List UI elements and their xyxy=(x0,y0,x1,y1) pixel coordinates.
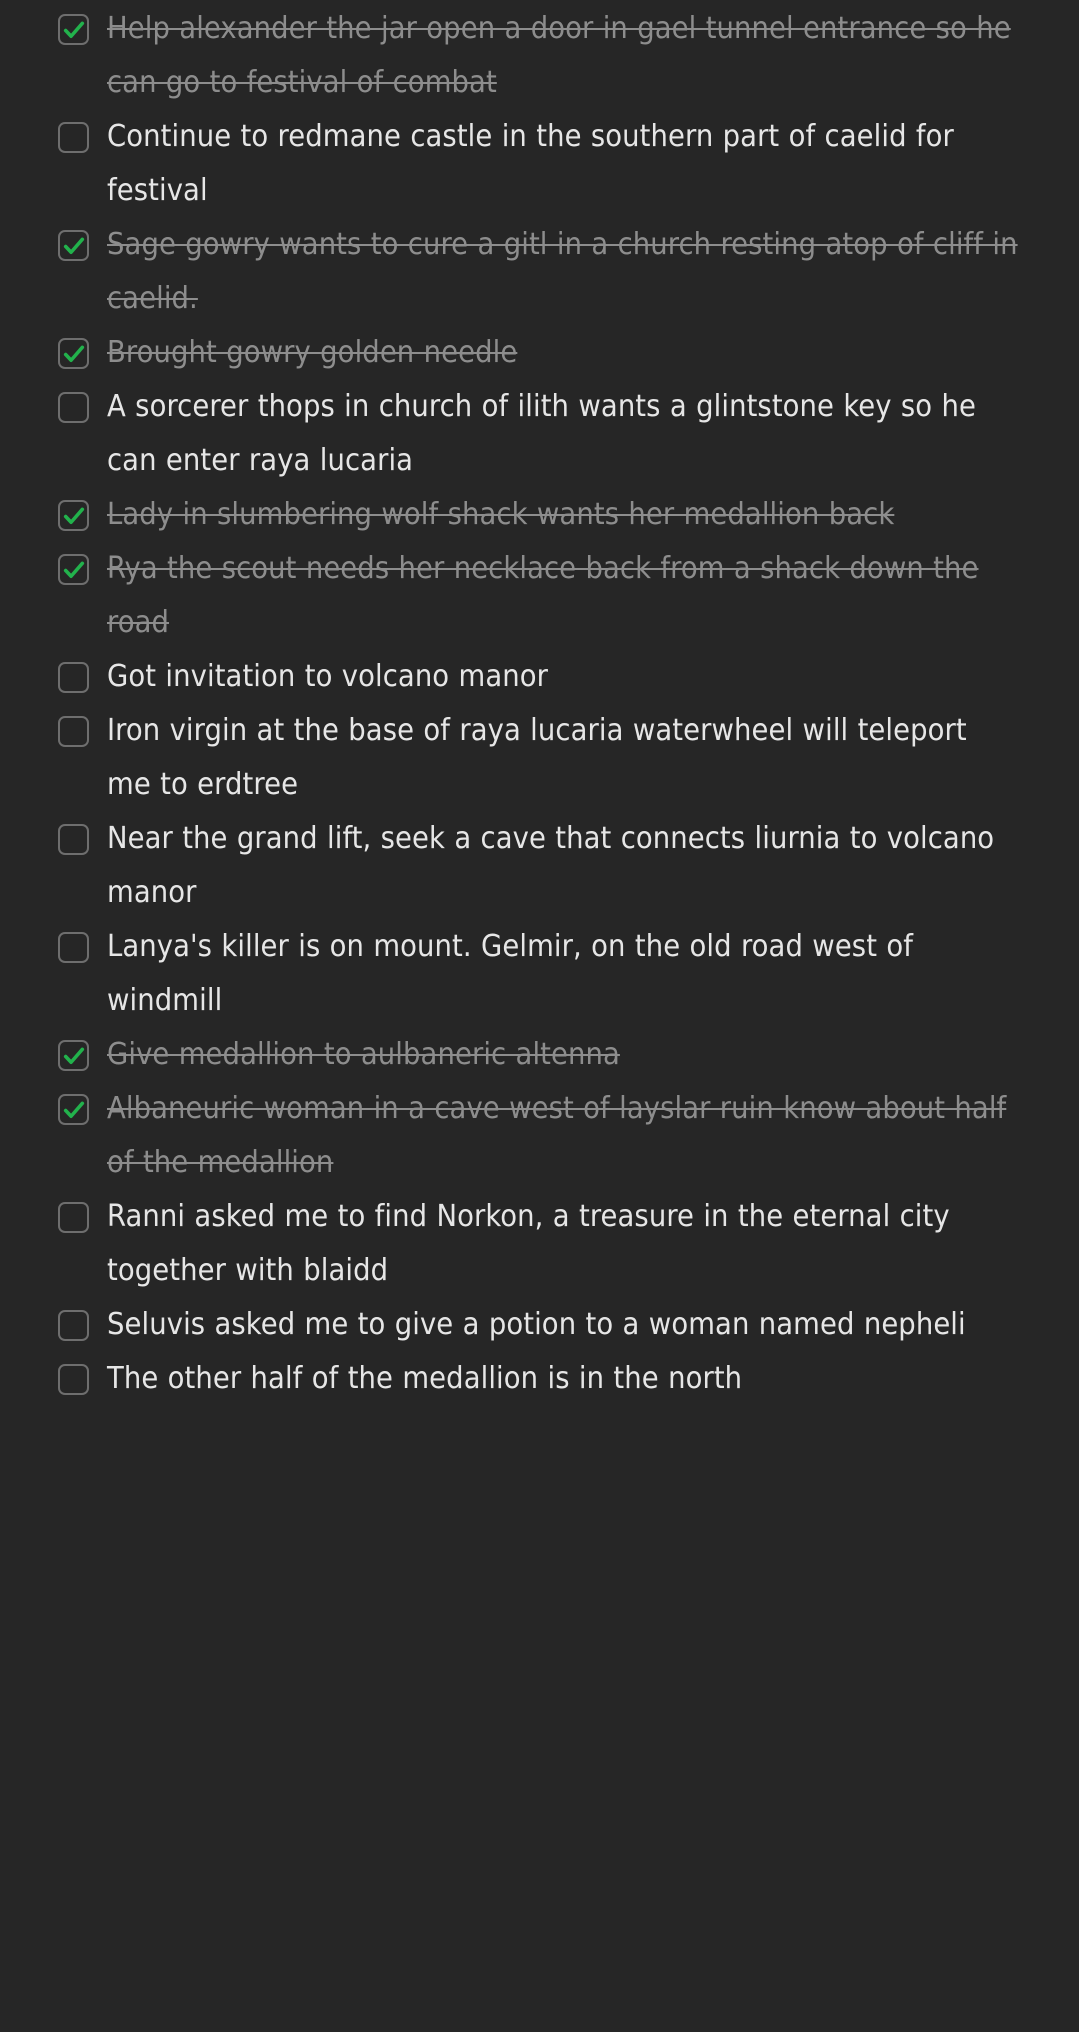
todo-item[interactable]: Continue to redmane castle in the southe… xyxy=(0,110,1079,218)
check-icon xyxy=(63,1047,84,1064)
checkbox-checked[interactable] xyxy=(58,500,89,531)
todo-item-label: The other half of the medallion is in th… xyxy=(107,1361,743,1396)
todo-item-label: Sage gowry wants to cure a gitl in a chu… xyxy=(107,227,1018,316)
todo-item[interactable]: Lanya's killer is on mount. Gelmir, on t… xyxy=(0,920,1079,1028)
check-icon xyxy=(63,345,84,362)
todo-item[interactable]: The other half of the medallion is in th… xyxy=(0,1352,1079,1406)
todo-item-label: Ranni asked me to find Norkon, a treasur… xyxy=(107,1199,950,1288)
todo-item[interactable]: Help alexander the jar open a door in ga… xyxy=(0,2,1079,110)
todo-item[interactable]: Seluvis asked me to give a potion to a w… xyxy=(0,1298,1079,1352)
check-icon xyxy=(63,561,84,578)
checkbox-checked[interactable] xyxy=(58,1094,89,1125)
todo-item-label: Help alexander the jar open a door in ga… xyxy=(107,11,1011,100)
todo-item[interactable]: A sorcerer thops in church of ilith want… xyxy=(0,380,1079,488)
checkbox-checked[interactable] xyxy=(58,14,89,45)
todo-item-label: Rya the scout needs her necklace back fr… xyxy=(107,551,979,640)
todo-item-label: Albaneuric woman in a cave west of laysl… xyxy=(107,1091,1007,1180)
todo-item[interactable]: Lady in slumbering wolf shack wants her … xyxy=(0,488,1079,542)
todo-item[interactable]: Iron virgin at the base of raya lucaria … xyxy=(0,704,1079,812)
checkbox-unchecked[interactable] xyxy=(58,1202,89,1233)
check-icon xyxy=(63,21,84,38)
todo-item-label: Iron virgin at the base of raya lucaria … xyxy=(107,713,967,802)
todo-item[interactable]: Give medallion to aulbaneric altenna xyxy=(0,1028,1079,1082)
todo-checklist: Help alexander the jar open a door in ga… xyxy=(0,0,1079,1406)
todo-item-label: Brought gowry golden needle xyxy=(107,335,518,370)
todo-item[interactable]: Rya the scout needs her necklace back fr… xyxy=(0,542,1079,650)
check-icon xyxy=(63,237,84,254)
checkbox-unchecked[interactable] xyxy=(58,932,89,963)
todo-item-label: A sorcerer thops in church of ilith want… xyxy=(107,389,976,478)
checkbox-unchecked[interactable] xyxy=(58,1310,89,1341)
todo-item-label: Got invitation to volcano manor xyxy=(107,659,549,694)
checkbox-checked[interactable] xyxy=(58,1040,89,1071)
todo-item[interactable]: Got invitation to volcano manor xyxy=(0,650,1079,704)
todo-item-label: Give medallion to aulbaneric altenna xyxy=(107,1037,620,1072)
todo-item[interactable]: Sage gowry wants to cure a gitl in a chu… xyxy=(0,218,1079,326)
checkbox-unchecked[interactable] xyxy=(58,662,89,693)
todo-item-label: Seluvis asked me to give a potion to a w… xyxy=(107,1307,966,1342)
checkbox-checked[interactable] xyxy=(58,230,89,261)
todo-item[interactable]: Albaneuric woman in a cave west of laysl… xyxy=(0,1082,1079,1190)
todo-item-label: Lady in slumbering wolf shack wants her … xyxy=(107,497,895,532)
checkbox-unchecked[interactable] xyxy=(58,824,89,855)
check-icon xyxy=(63,507,84,524)
checkbox-checked[interactable] xyxy=(58,338,89,369)
checkbox-unchecked[interactable] xyxy=(58,716,89,747)
check-icon xyxy=(63,1101,84,1118)
checkbox-unchecked[interactable] xyxy=(58,392,89,423)
todo-item[interactable]: Near the grand lift, seek a cave that co… xyxy=(0,812,1079,920)
todo-item-label: Near the grand lift, seek a cave that co… xyxy=(107,821,995,910)
todo-item[interactable]: Brought gowry golden needle xyxy=(0,326,1079,380)
checkbox-unchecked[interactable] xyxy=(58,122,89,153)
checkbox-checked[interactable] xyxy=(58,554,89,585)
todo-item-label: Continue to redmane castle in the southe… xyxy=(107,119,954,208)
todo-item-label: Lanya's killer is on mount. Gelmir, on t… xyxy=(107,929,914,1018)
checkbox-unchecked[interactable] xyxy=(58,1364,89,1395)
todo-item[interactable]: Ranni asked me to find Norkon, a treasur… xyxy=(0,1190,1079,1298)
